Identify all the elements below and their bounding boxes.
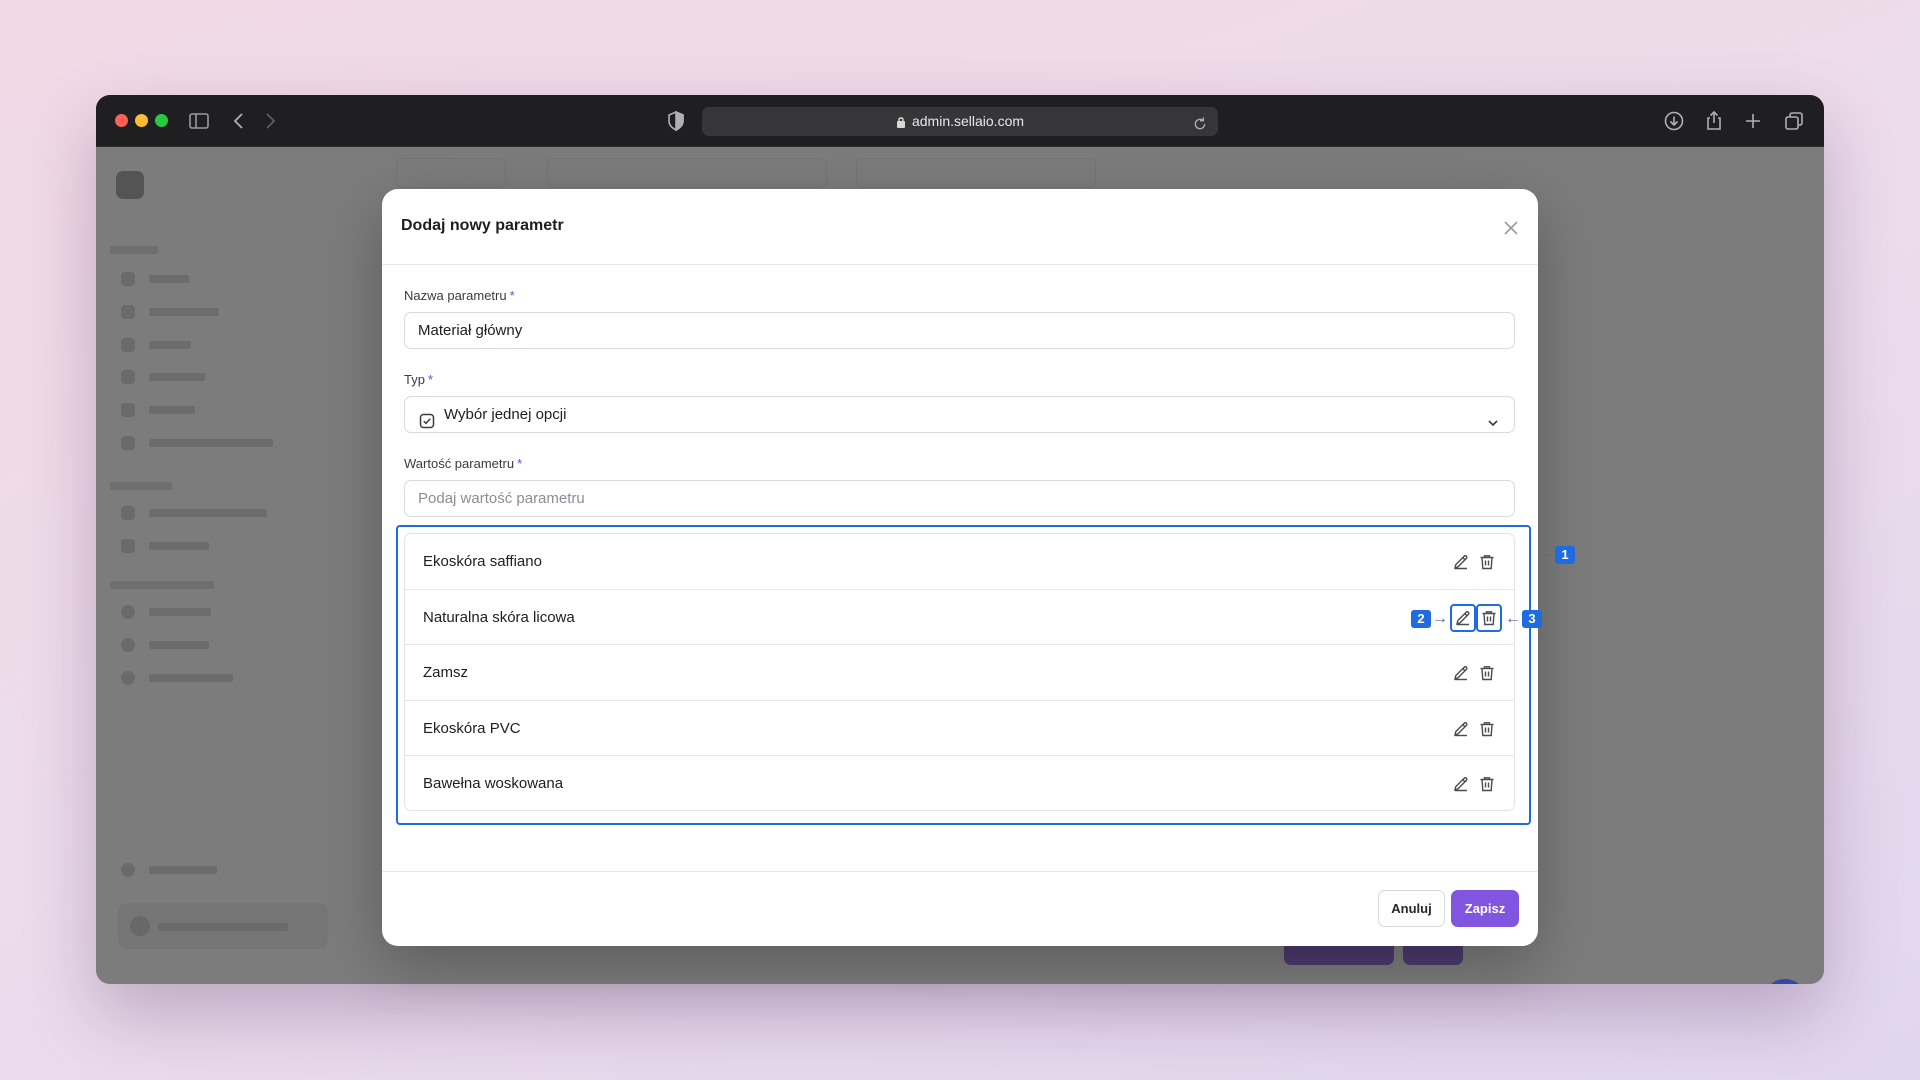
annotation-badge-1: 1 bbox=[1555, 546, 1575, 564]
annotation-badge-2: 2 bbox=[1411, 610, 1431, 628]
user-menu bbox=[118, 903, 328, 949]
trash-icon[interactable] bbox=[1475, 661, 1499, 685]
zoom-window-button[interactable] bbox=[155, 114, 168, 127]
cancel-button[interactable]: Anuluj bbox=[1378, 890, 1445, 927]
forward-icon[interactable] bbox=[258, 109, 282, 133]
name-field-label-text: Nazwa parametru bbox=[404, 288, 507, 303]
tab-overview-icon[interactable] bbox=[1782, 109, 1806, 133]
values-list: Ekoskóra saffiano Naturalna skóra licowa… bbox=[404, 533, 1515, 811]
chevron-down-icon bbox=[1486, 408, 1500, 427]
value-label: Bawełna woskowana bbox=[423, 775, 564, 793]
url-text: admin.sellaio.com bbox=[911, 113, 1025, 129]
checkbox-icon bbox=[419, 407, 435, 429]
edit-icon[interactable] bbox=[1449, 772, 1473, 796]
close-icon[interactable] bbox=[1502, 219, 1520, 237]
edit-icon[interactable] bbox=[1449, 550, 1473, 574]
parameter-value-input[interactable] bbox=[404, 480, 1515, 517]
sidebar-item bbox=[121, 268, 189, 288]
edit-icon[interactable] bbox=[1449, 717, 1473, 741]
background-field bbox=[856, 158, 1096, 188]
required-mark: * bbox=[509, 288, 515, 303]
back-icon[interactable] bbox=[227, 109, 251, 133]
trash-icon[interactable] bbox=[1476, 603, 1502, 632]
dialog-footer: Anuluj Zapisz bbox=[382, 871, 1538, 946]
sidebar-item bbox=[121, 399, 195, 419]
list-item: Ekoskóra saffiano bbox=[405, 534, 1514, 590]
edit-icon[interactable] bbox=[1449, 661, 1473, 685]
type-select-value: Wybór jednej opcji bbox=[444, 406, 567, 423]
chat-button bbox=[1763, 979, 1807, 984]
background-field bbox=[396, 158, 506, 188]
add-parameter-dialog: Dodaj nowy parametr Nazwa parametru* Typ… bbox=[382, 189, 1575, 946]
sidebar bbox=[96, 148, 376, 984]
close-window-button[interactable] bbox=[115, 114, 128, 127]
parameter-name-input[interactable] bbox=[404, 312, 1515, 349]
sidebar-item bbox=[121, 432, 273, 452]
brand bbox=[116, 170, 154, 200]
avatar bbox=[130, 916, 150, 936]
sidebar-item bbox=[121, 301, 219, 321]
downloads-icon[interactable] bbox=[1662, 109, 1686, 133]
type-field-label: Typ * bbox=[404, 372, 433, 387]
trash-icon[interactable] bbox=[1475, 550, 1499, 574]
minimize-window-button[interactable] bbox=[135, 114, 148, 127]
new-tab-icon[interactable] bbox=[1741, 109, 1765, 133]
sidebar-section-label bbox=[110, 581, 214, 589]
address-bar[interactable]: admin.sellaio.com bbox=[702, 107, 1218, 136]
sidebar-item bbox=[121, 601, 211, 621]
required-mark: * bbox=[427, 372, 434, 387]
sidebar-toggle-icon[interactable] bbox=[187, 109, 211, 133]
sidebar-item bbox=[121, 667, 233, 687]
list-item: Ekoskóra PVC bbox=[405, 701, 1514, 757]
name-field-label: Nazwa parametru * bbox=[404, 288, 515, 303]
arrow-right-icon: → bbox=[1432, 610, 1448, 627]
sidebar-item bbox=[121, 502, 267, 522]
required-mark: * bbox=[517, 456, 523, 471]
sidebar-section-label bbox=[110, 246, 158, 254]
dialog-title: Dodaj nowy parametr bbox=[401, 217, 564, 234]
value-label: Ekoskóra PVC bbox=[423, 719, 521, 737]
browser-toolbar: admin.sellaio.com bbox=[96, 95, 1824, 147]
value-label: Zamsz bbox=[423, 664, 468, 682]
type-select[interactable]: Wybór jednej opcji bbox=[404, 396, 1515, 433]
value-field-label: Wartość parametru * bbox=[404, 456, 522, 471]
sidebar-item bbox=[121, 634, 209, 654]
dialog-header: Dodaj nowy parametr bbox=[382, 189, 1538, 265]
list-item: Bawełna woskowana bbox=[405, 756, 1514, 810]
privacy-shield-icon[interactable] bbox=[664, 109, 688, 133]
share-icon[interactable] bbox=[1702, 109, 1726, 133]
sidebar-section-label bbox=[110, 482, 172, 490]
reload-icon[interactable] bbox=[1192, 113, 1208, 142]
list-item: Naturalna skóra licowa bbox=[405, 590, 1514, 646]
background-field bbox=[547, 158, 827, 188]
value-label: Naturalna skóra licowa bbox=[423, 608, 575, 626]
lock-icon bbox=[896, 109, 906, 138]
logo-icon bbox=[116, 171, 144, 200]
sidebar-item bbox=[121, 535, 209, 555]
value-field-label-text: Wartość parametru bbox=[404, 456, 515, 471]
edit-icon[interactable] bbox=[1450, 603, 1476, 632]
value-label: Ekoskóra saffiano bbox=[423, 553, 542, 570]
arrow-left-icon: ← bbox=[1505, 610, 1521, 627]
annotation-badge-3: 3 bbox=[1522, 610, 1542, 628]
sidebar-item-settings bbox=[121, 859, 217, 879]
type-field-label-text: Typ bbox=[404, 372, 425, 387]
trash-icon[interactable] bbox=[1475, 717, 1499, 741]
trash-icon[interactable] bbox=[1475, 772, 1499, 796]
sidebar-item bbox=[121, 334, 191, 354]
arrow-left-icon: ← bbox=[1540, 545, 1556, 562]
list-item: Zamsz bbox=[405, 645, 1514, 701]
save-button[interactable]: Zapisz bbox=[1451, 890, 1519, 927]
sidebar-item bbox=[121, 366, 205, 386]
